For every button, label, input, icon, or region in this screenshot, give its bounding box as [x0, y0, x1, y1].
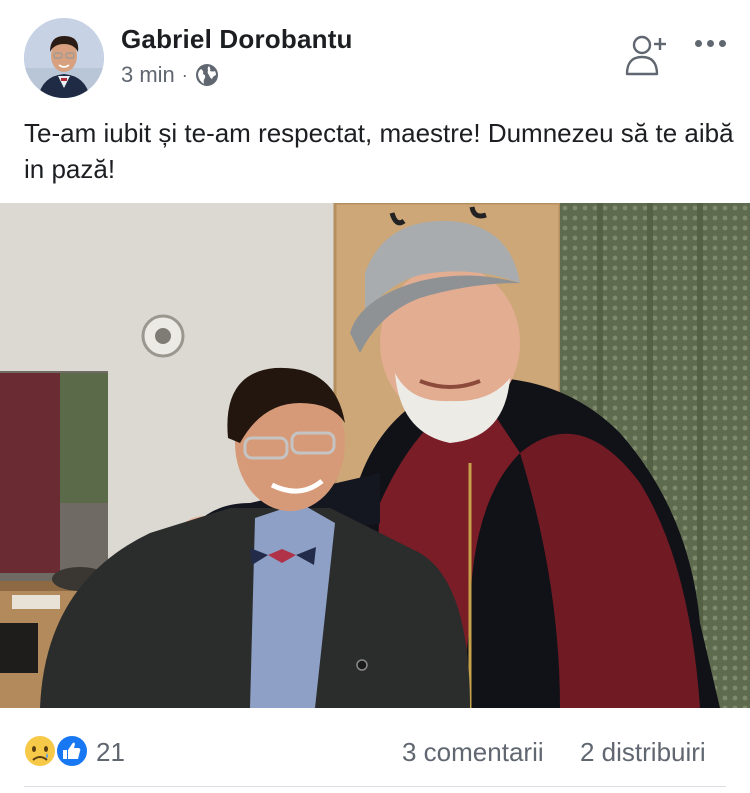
post-meta: 3 min · — [121, 62, 219, 88]
comments-count[interactable]: 3 comentarii — [402, 737, 544, 768]
post-text: Te-am iubit și te-am respectat, maestre!… — [24, 118, 734, 184]
avatar-image — [24, 18, 104, 98]
reaction-icons[interactable] — [22, 733, 92, 769]
shares-count[interactable]: 2 distribuiri — [580, 737, 706, 768]
author-avatar[interactable] — [24, 18, 104, 98]
like-reaction-icon — [55, 734, 89, 768]
author-name[interactable]: Gabriel Dorobantu — [121, 24, 353, 55]
post-time[interactable]: 3 min — [121, 62, 175, 88]
globe-icon[interactable] — [195, 63, 219, 87]
add-friend-icon[interactable] — [622, 33, 668, 77]
meta-separator: · — [181, 64, 188, 85]
reaction-count[interactable]: 21 — [96, 737, 125, 768]
post-header: Gabriel Dorobantu 3 min · — [0, 0, 750, 110]
reactions-bar: 21 3 comentarii 2 distribuiri — [0, 716, 750, 786]
sad-reaction-icon — [23, 734, 57, 768]
post-photo[interactable] — [0, 203, 750, 708]
photo-image — [0, 203, 750, 708]
more-options-icon[interactable] — [688, 32, 732, 54]
divider — [24, 786, 726, 787]
